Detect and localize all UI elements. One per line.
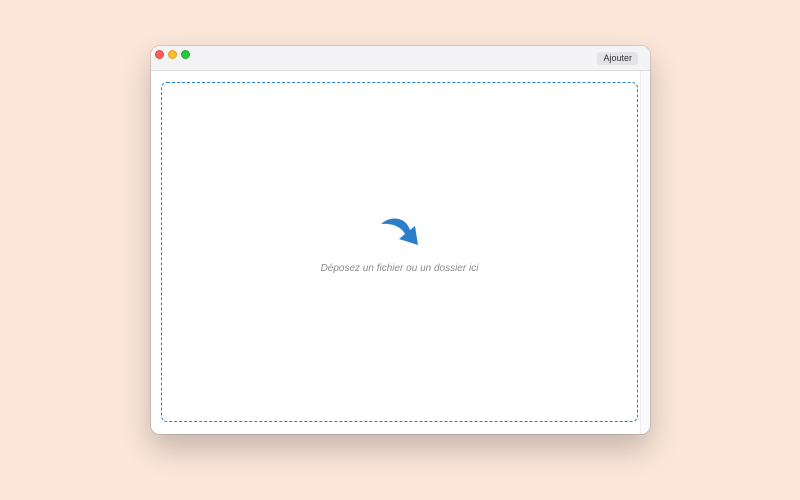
app-window: Ajouter Déposez un fichier ou un dossier… — [151, 46, 650, 434]
vertical-scrollbar[interactable] — [640, 71, 650, 434]
minimize-window-button[interactable] — [168, 50, 177, 59]
content-area: Déposez un fichier ou un dossier ici — [151, 71, 640, 434]
title-bar[interactable]: Ajouter — [151, 46, 650, 71]
curved-arrow-down-icon — [381, 218, 418, 245]
drop-zone[interactable]: Déposez un fichier ou un dossier ici — [161, 82, 638, 422]
add-button[interactable]: Ajouter — [597, 52, 638, 65]
close-window-button[interactable] — [155, 50, 164, 59]
drop-instruction-text: Déposez un fichier ou un dossier ici — [320, 263, 479, 274]
zoom-window-button[interactable] — [181, 50, 190, 59]
